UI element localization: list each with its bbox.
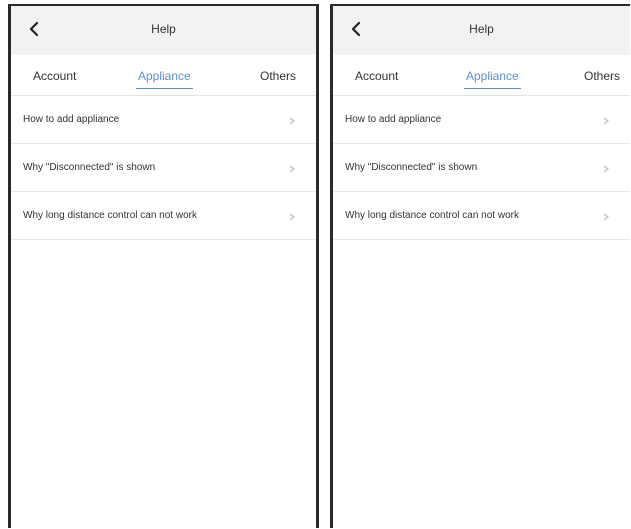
list-item-label: How to add appliance xyxy=(345,114,442,125)
list-item-label: Why long distance control can not work xyxy=(23,210,197,221)
tab-bar: Account Appliance Others xyxy=(333,55,630,96)
list-item[interactable]: Why "Disconnected" is shown xyxy=(11,144,316,192)
tab-appliance-label: Appliance xyxy=(138,69,191,83)
screenshot-canvas: Help Account Appliance Others How to add… xyxy=(0,0,631,529)
tab-account-label: Account xyxy=(355,69,399,83)
tab-others[interactable]: Others xyxy=(260,69,296,83)
tab-others-label: Others xyxy=(260,69,297,83)
chevron-right-icon xyxy=(603,117,609,125)
page-title: Help xyxy=(469,22,494,36)
tab-appliance-label: Appliance xyxy=(466,69,519,83)
phone-screen-left: Help Account Appliance Others How to add… xyxy=(8,4,319,528)
list-item-label: Why long distance control can not work xyxy=(345,210,519,221)
chevron-right-icon xyxy=(603,213,609,221)
help-list: How to add appliance Why "Disconnected" … xyxy=(11,96,316,240)
chevron-right-icon xyxy=(603,165,609,173)
tab-appliance[interactable]: Appliance xyxy=(136,69,193,89)
active-tab-indicator xyxy=(464,88,521,89)
chevron-right-icon xyxy=(289,213,295,221)
list-item[interactable]: Why long distance control can not work xyxy=(11,192,316,240)
list-item[interactable]: How to add appliance xyxy=(11,96,316,144)
help-list: How to add appliance Why "Disconnected" … xyxy=(333,96,630,240)
page-title: Help xyxy=(151,22,176,36)
list-item-label: Why "Disconnected" is shown xyxy=(23,162,156,173)
list-item-label: How to add appliance xyxy=(23,114,120,125)
tab-account[interactable]: Account xyxy=(355,69,398,83)
tab-others-label: Others xyxy=(584,69,621,83)
tab-account-label: Account xyxy=(33,69,77,83)
chevron-right-icon xyxy=(289,117,295,125)
app-header: Help xyxy=(11,4,316,55)
list-item[interactable]: Why "Disconnected" is shown xyxy=(333,144,630,192)
list-item[interactable]: How to add appliance xyxy=(333,96,630,144)
phone-screen-right: Help Account Appliance Others How to add… xyxy=(330,4,630,528)
list-item-label: Why "Disconnected" is shown xyxy=(345,162,478,173)
list-item[interactable]: Why long distance control can not work xyxy=(333,192,630,240)
active-tab-indicator xyxy=(136,88,193,89)
tab-account[interactable]: Account xyxy=(33,69,76,83)
tab-bar: Account Appliance Others xyxy=(11,55,316,96)
tab-others[interactable]: Others xyxy=(584,69,620,83)
app-header: Help xyxy=(333,4,630,55)
chevron-right-icon xyxy=(289,165,295,173)
tab-appliance[interactable]: Appliance xyxy=(464,69,521,89)
